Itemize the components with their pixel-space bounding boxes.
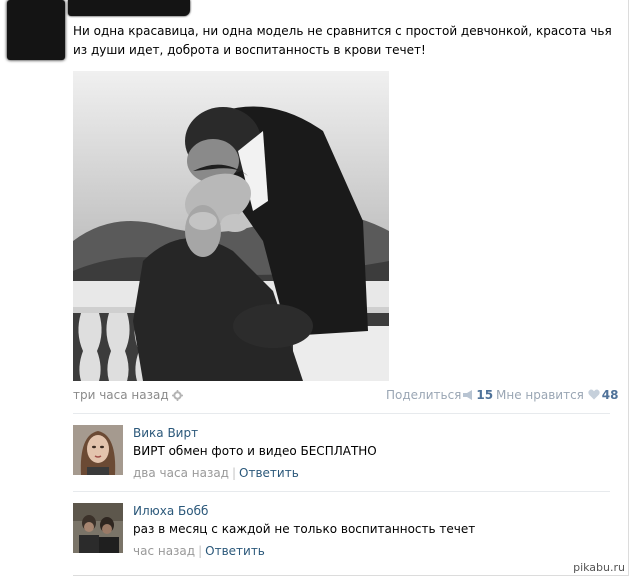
heart-icon bbox=[588, 388, 600, 402]
separator: | bbox=[198, 544, 203, 558]
gear-icon[interactable] bbox=[171, 389, 183, 406]
post-time[interactable]: три часа назад bbox=[73, 387, 183, 406]
share-button[interactable]: Поделиться 15 bbox=[386, 387, 493, 404]
comment-author[interactable]: Вика Вирт bbox=[133, 425, 198, 441]
divider bbox=[73, 491, 610, 492]
divider bbox=[73, 413, 610, 414]
share-label[interactable]: Поделиться bbox=[386, 388, 461, 402]
like-label[interactable]: Мне нравится bbox=[496, 388, 584, 402]
comment-text: раз в месяц с каждой не только воспитанн… bbox=[133, 522, 476, 536]
comment-time[interactable]: час назад bbox=[133, 544, 195, 558]
post-photo[interactable] bbox=[73, 71, 389, 381]
comment-avatar[interactable] bbox=[73, 425, 123, 475]
comment-meta: час назад | Ответить bbox=[133, 543, 265, 559]
reply-link[interactable]: Ответить bbox=[239, 466, 299, 480]
separator: | bbox=[231, 466, 237, 480]
share-count: 15 bbox=[476, 388, 494, 402]
watermark: pikabu.ru bbox=[573, 561, 625, 574]
comment-author[interactable]: Илюха Бобб bbox=[133, 503, 208, 519]
like-count: 48 bbox=[601, 388, 619, 402]
redacted-author-name bbox=[68, 0, 190, 16]
comment-meta: два часа назад | Ответить bbox=[133, 465, 299, 481]
redacted-author-avatar bbox=[7, 0, 65, 60]
reply-link[interactable]: Ответить bbox=[205, 544, 265, 558]
comment-avatar[interactable] bbox=[73, 503, 123, 553]
megaphone-icon bbox=[461, 388, 474, 402]
post-text: Ни одна красавица, ни одна модель не сра… bbox=[73, 24, 612, 57]
comment-time[interactable]: два часа назад bbox=[133, 466, 229, 480]
comment-text: ВИРТ обмен фото и видео БЕСПЛАТНО bbox=[133, 444, 377, 458]
post-time-label[interactable]: три часа назад bbox=[73, 388, 169, 402]
like-button[interactable]: Мне нравится 48 bbox=[496, 387, 618, 404]
